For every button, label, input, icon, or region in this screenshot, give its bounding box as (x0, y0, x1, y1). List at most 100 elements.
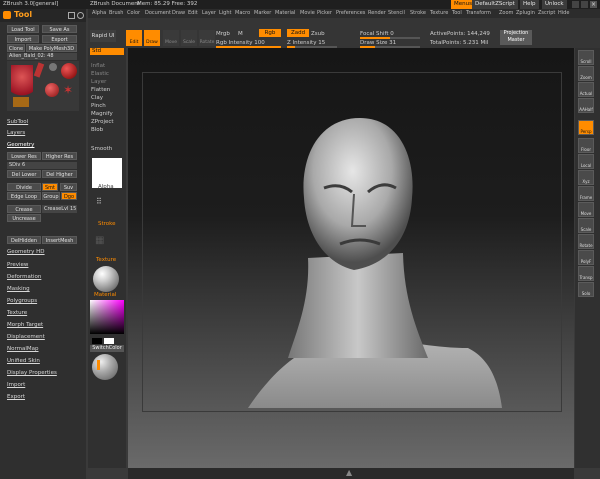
section-geometry[interactable]: Geometry (7, 142, 34, 148)
solo-icon[interactable]: Solo (578, 282, 594, 297)
brush-elastic[interactable]: Elastic (91, 71, 109, 77)
crease-button[interactable]: Crease (7, 205, 41, 213)
brush-smooth[interactable]: Smooth (91, 146, 112, 152)
help-button[interactable]: Help (520, 0, 539, 9)
projection-master-button[interactable]: Projection Master (500, 30, 532, 45)
persp-icon[interactable]: Persp (578, 120, 594, 135)
scroll-icon[interactable]: Scroll (578, 50, 594, 65)
brush-zproject[interactable]: ZProject (91, 119, 114, 125)
edit-button[interactable]: Edit (126, 30, 142, 46)
palette-close-icon[interactable] (77, 12, 84, 19)
menu-document[interactable]: Document (145, 9, 171, 18)
section-deformation[interactable]: Deformation (7, 274, 41, 280)
document-canvas[interactable] (128, 48, 574, 468)
actual-icon[interactable]: Actual (578, 82, 594, 97)
rgb-toggle[interactable]: Rgb (259, 29, 281, 37)
uncrease-button[interactable]: Uncrease (7, 214, 41, 222)
section-displacement[interactable]: Displacement (7, 334, 45, 340)
menu-zoom[interactable]: Zoom (499, 9, 513, 18)
load-tool-button[interactable]: Load Tool (7, 25, 39, 33)
suv-toggle[interactable]: Suv (60, 183, 77, 191)
section-subtool[interactable]: SubTool (7, 119, 28, 125)
menu-preferences[interactable]: Preferences (336, 9, 365, 18)
close-icon[interactable]: × (590, 1, 597, 8)
material-sphere-icon[interactable] (93, 266, 119, 292)
section-import[interactable]: Import (7, 382, 25, 388)
smt-toggle[interactable]: Smt (42, 183, 58, 191)
transp-icon[interactable]: Transp (578, 266, 594, 281)
higher-res-button[interactable]: Higher Res (42, 152, 77, 160)
rotate-icon[interactable]: Rotate (578, 234, 594, 249)
texture-icon[interactable]: ▦ (95, 235, 119, 250)
sdiv-slider[interactable]: SDiv 6 (7, 162, 77, 169)
del-higher-button[interactable]: Del Higher (42, 170, 77, 178)
del-lower-button[interactable]: Del Lower (7, 170, 41, 178)
menu-layer[interactable]: Layer (202, 9, 216, 18)
del-hidden-button[interactable]: DelHidden (7, 236, 41, 244)
crease-level-slider[interactable]: CreaseLvl 15 (42, 205, 77, 213)
section-layers[interactable]: Layers (7, 130, 25, 136)
menu-hide[interactable]: Hide (558, 9, 569, 18)
color-picker[interactable] (90, 300, 124, 334)
menu-stroke[interactable]: Stroke (410, 9, 426, 18)
section-polygroups[interactable]: Polygroups (7, 298, 37, 304)
move-button[interactable]: Move (163, 30, 179, 46)
brush-flatten[interactable]: Flatten (91, 87, 110, 93)
m-toggle[interactable]: M (238, 31, 243, 37)
material-handle[interactable] (97, 360, 100, 370)
brush-inflat[interactable]: Inflat (91, 63, 105, 69)
section-normalmap[interactable]: NormalMap (7, 346, 39, 352)
menu-stencil[interactable]: Stencil (388, 9, 405, 18)
simplebrush-thumbnail[interactable] (33, 62, 45, 78)
zsub-toggle[interactable]: Zsub (311, 31, 325, 37)
maximize-icon[interactable] (581, 1, 588, 8)
mrgb-toggle[interactable]: Mrgb (216, 31, 230, 37)
brush-clay[interactable]: Clay (91, 95, 103, 101)
menu-material[interactable]: Material (275, 9, 295, 18)
menu-zplugin[interactable]: Zplugin (516, 9, 535, 18)
move-icon[interactable]: Move (578, 202, 594, 217)
menu-alpha[interactable]: Alpha (92, 9, 106, 18)
scale-button[interactable]: Scale (181, 30, 197, 46)
palette-pin-icon[interactable] (68, 12, 75, 19)
menu-brush[interactable]: Brush (109, 9, 123, 18)
minimize-icon[interactable] (572, 1, 579, 8)
bottom-tray-arrow-icon[interactable]: ▲ (346, 468, 352, 477)
import-button[interactable]: Import (7, 35, 39, 43)
brush-magnify[interactable]: Magnify (91, 111, 113, 117)
menu-texture[interactable]: Texture (430, 9, 448, 18)
divide-button[interactable]: Divide (7, 183, 41, 191)
section-unified-skin[interactable]: Unified Skin (7, 358, 40, 364)
floor-icon[interactable]: Floor (578, 138, 594, 153)
local-icon[interactable]: Local (578, 154, 594, 169)
main-color-swatch[interactable] (92, 338, 102, 344)
group-toggle[interactable]: Group (42, 192, 60, 200)
rotate-button[interactable]: Rotate (199, 30, 215, 46)
polyf-icon[interactable]: PolyF (578, 250, 594, 265)
lower-res-button[interactable]: Lower Res (7, 152, 41, 160)
make-polymesh3d-button[interactable]: Make PolyMesh3D (26, 44, 77, 52)
draw-button[interactable]: Draw (144, 30, 160, 46)
menu-color[interactable]: Color (127, 9, 140, 18)
current-tool-slider[interactable]: Alien_Bald_02: 48 (7, 53, 77, 60)
rapid-ui-button[interactable]: Rapid UI (90, 30, 116, 42)
menu-macro[interactable]: Macro (235, 9, 250, 18)
alien-bust-model[interactable] (128, 48, 574, 468)
aahalf-icon[interactable]: AAHalf (578, 98, 594, 113)
menu-picker[interactable]: Picker (317, 9, 332, 18)
clone-button[interactable]: Clone (7, 44, 25, 52)
save-as-button[interactable]: Save As (42, 25, 77, 33)
menu-transform[interactable]: Transform (466, 9, 491, 18)
zadd-toggle[interactable]: Zadd (287, 29, 309, 37)
sphere-thumbnail-small[interactable] (49, 63, 57, 71)
unlock-button[interactable]: Unlock (542, 0, 567, 9)
section-display-properties[interactable]: Display Properties (7, 370, 57, 376)
section-masking[interactable]: Masking (7, 286, 30, 292)
menu-light[interactable]: Light (219, 9, 231, 18)
dgo-toggle[interactable]: Dgo (61, 192, 77, 200)
focal-shift-slider[interactable] (360, 37, 420, 39)
scale-icon[interactable]: Scale (578, 218, 594, 233)
xyz-icon[interactable]: Xyz (578, 170, 594, 185)
insert-mesh-button[interactable]: InsertMesh (42, 236, 77, 244)
brush-pinch[interactable]: Pinch (91, 103, 106, 109)
